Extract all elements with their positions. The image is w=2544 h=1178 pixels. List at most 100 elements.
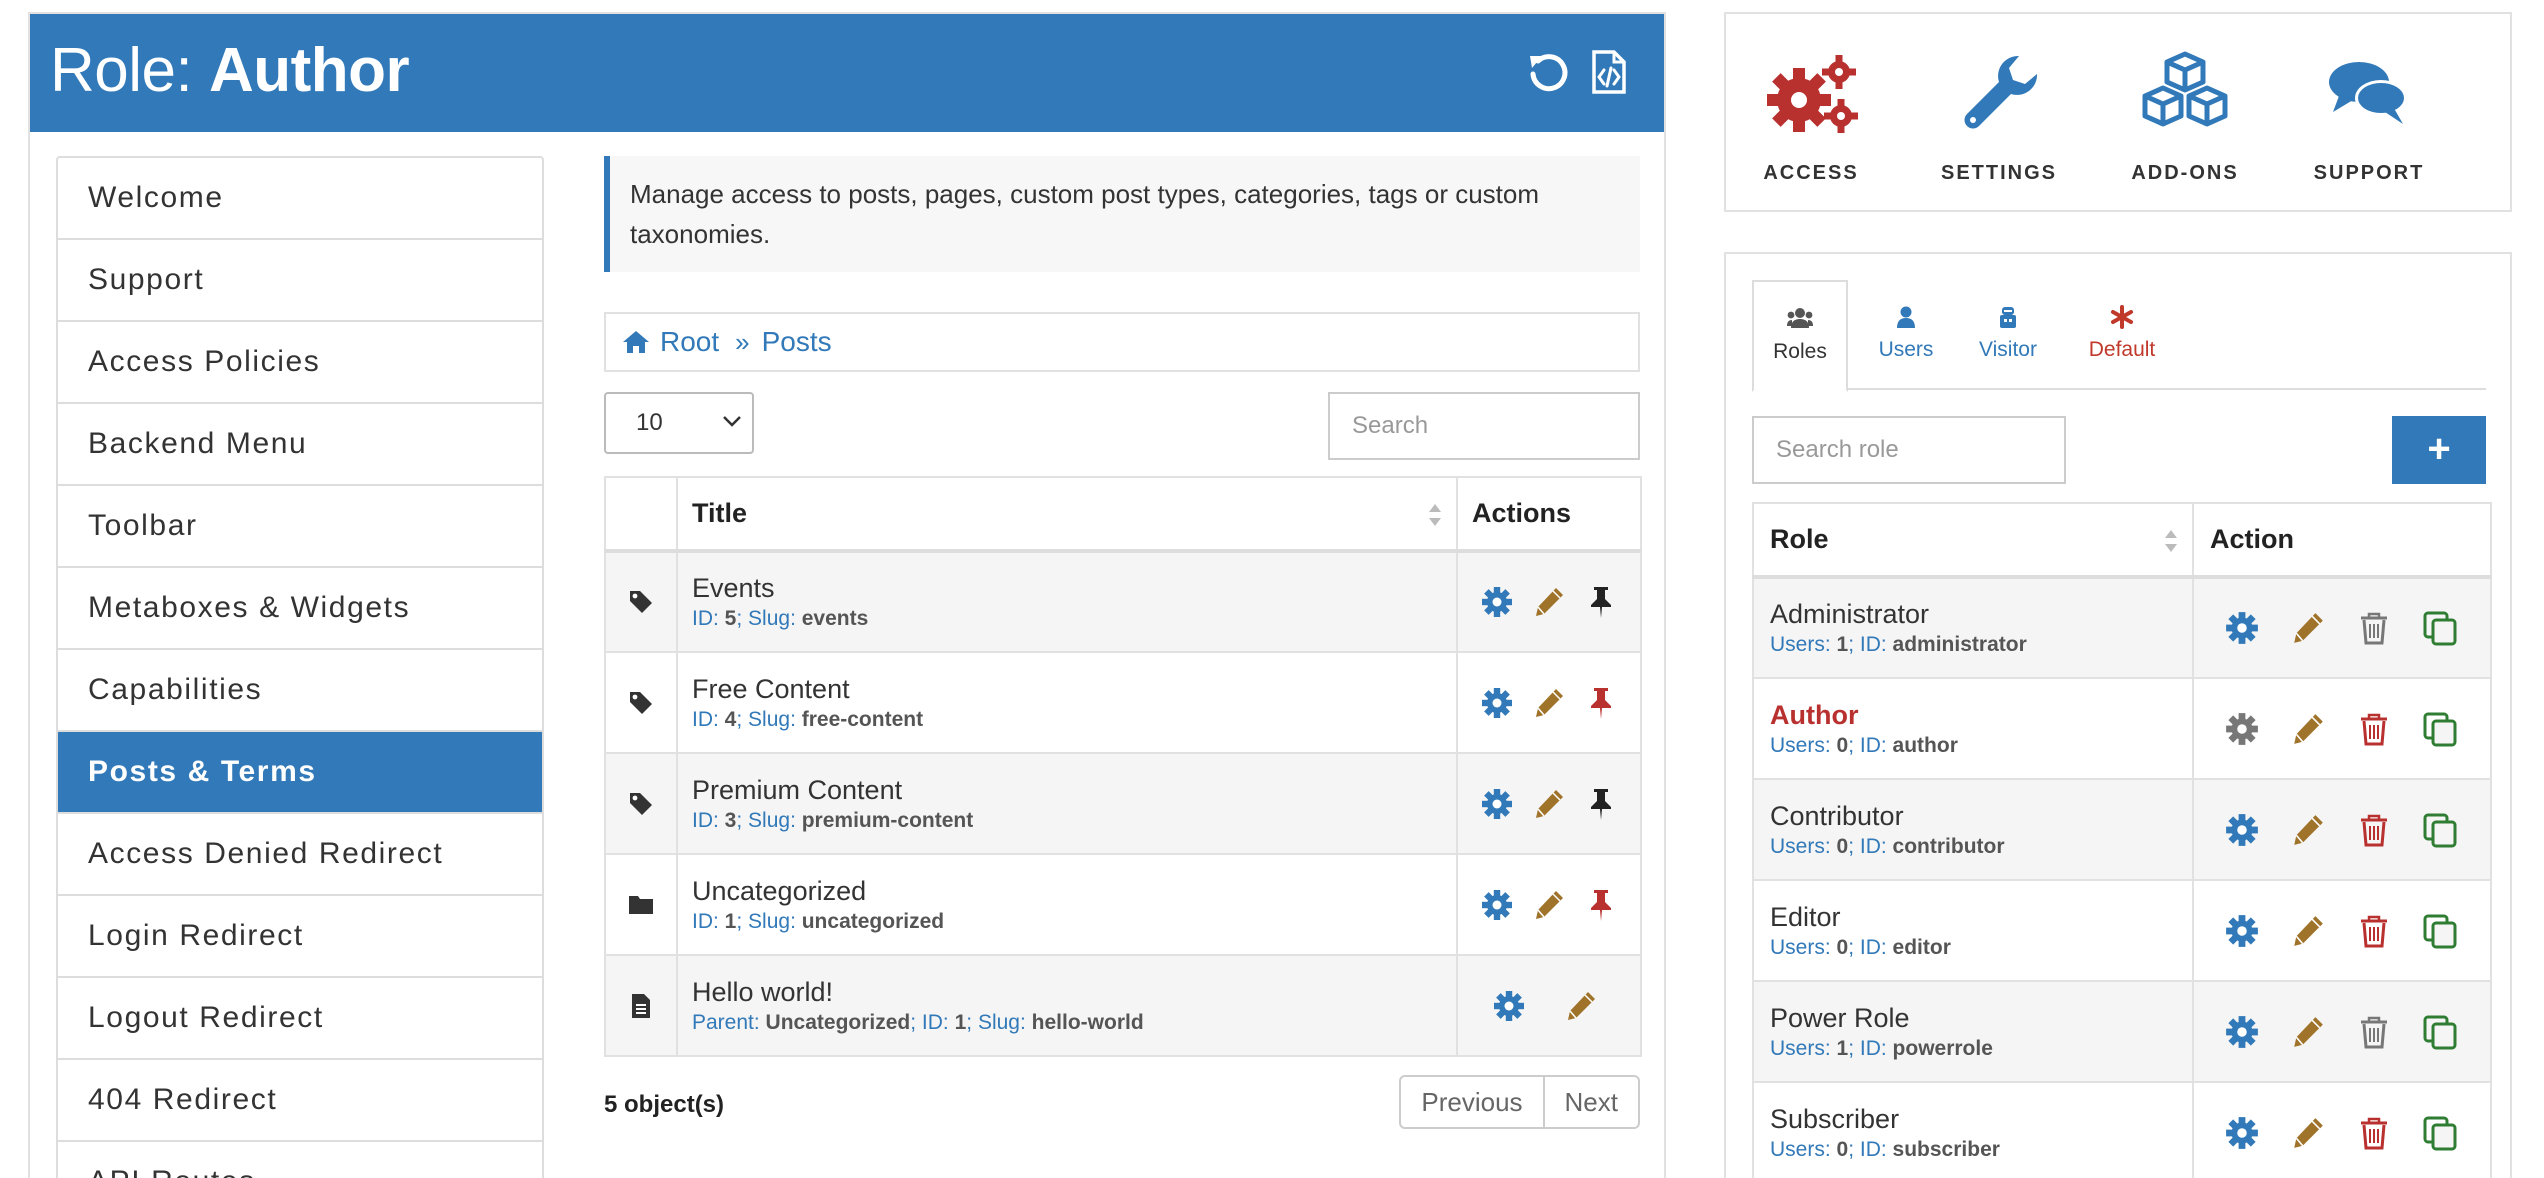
role-row: Administrator Users: 1; ID: administrator [1752, 576, 2492, 679]
role-title-prefix: Role: [50, 36, 209, 105]
visitor-icon [2000, 307, 2016, 328]
row-title[interactable]: Premium Content [678, 773, 1456, 807]
manage-role-gear-icon[interactable] [2224, 1115, 2260, 1151]
nav-support[interactable]: SUPPORT [2284, 50, 2454, 185]
row-title[interactable]: Uncategorized [678, 874, 1456, 908]
delete-role-trash-icon[interactable] [2356, 913, 2392, 949]
edit-role-pencil-icon[interactable] [2290, 812, 2326, 848]
manage-access-gear-icon[interactable] [1480, 888, 1514, 922]
sidebar-item-toolbar[interactable]: Toolbar [58, 486, 542, 568]
next-button[interactable]: Next [1542, 1077, 1638, 1127]
sort-icon[interactable] [1428, 502, 1442, 528]
role-user-count: 0 [1836, 1137, 1849, 1161]
meta-key: ID [692, 607, 713, 630]
edit-pencil-icon[interactable] [1564, 989, 1598, 1023]
search-input[interactable] [1328, 392, 1640, 460]
delete-role-trash-icon[interactable] [2356, 610, 2392, 646]
sort-icon[interactable] [2164, 528, 2178, 554]
role-actions [2194, 711, 2490, 747]
sidebar-item-metaboxes-widgets[interactable]: Metaboxes & Widgets [58, 568, 542, 650]
pinned-icon[interactable] [1584, 686, 1618, 720]
sidebar-item-support[interactable]: Support [58, 240, 542, 322]
reset-icon[interactable] [1524, 48, 1572, 96]
row-meta: ID: 5; Slug: events [692, 607, 869, 630]
row-title[interactable]: Hello world! [678, 975, 1456, 1009]
breadcrumb-root[interactable]: Root [660, 326, 719, 358]
role-name: Subscriber [1770, 1103, 1900, 1134]
row-meta: ID: 1; Slug: uncategorized [692, 909, 945, 933]
clone-role-copy-icon[interactable] [2422, 913, 2458, 949]
sidebar-item-welcome[interactable]: Welcome [58, 158, 542, 240]
manage-role-gear-icon[interactable] [2224, 1014, 2260, 1050]
sidebar-item-404-redirect[interactable]: 404 Redirect [58, 1060, 542, 1142]
row-actions [1458, 585, 1640, 619]
edit-role-pencil-icon[interactable] [2290, 1115, 2326, 1151]
clone-role-copy-icon[interactable] [2422, 1115, 2458, 1151]
sidebar-item-access-denied-redirect[interactable]: Access Denied Redirect [58, 814, 542, 896]
role-id: author [1892, 733, 1958, 757]
edit-pencil-icon[interactable] [1532, 787, 1566, 821]
manage-role-gear-icon[interactable] [2224, 913, 2260, 949]
edit-role-pencil-icon[interactable] [2290, 1014, 2326, 1050]
manage-access-gear-icon[interactable] [1480, 787, 1514, 821]
clone-role-copy-icon[interactable] [2422, 610, 2458, 646]
previous-button[interactable]: Previous [1401, 1077, 1542, 1127]
edit-role-pencil-icon[interactable] [2290, 711, 2326, 747]
manage-access-gear-icon[interactable] [1480, 585, 1514, 619]
nav-access-label: ACCESS [1763, 162, 1859, 184]
nav-settings-label: SETTINGS [1940, 162, 2057, 184]
title-column-header[interactable]: Title [676, 476, 1458, 553]
nav-addons[interactable]: ADD-ONS [2100, 50, 2270, 185]
sidebar-item-login-redirect[interactable]: Login Redirect [58, 896, 542, 978]
gears-icon [1767, 55, 1858, 133]
delete-role-trash-icon[interactable] [2356, 812, 2392, 848]
delete-role-trash-icon[interactable] [2356, 1014, 2392, 1050]
clone-role-copy-icon[interactable] [2422, 812, 2458, 848]
role-actions [2194, 1115, 2490, 1151]
edit-pencil-icon[interactable] [1532, 888, 1566, 922]
row-type-cell [604, 550, 678, 653]
nav-access[interactable]: ACCESS [1726, 50, 1896, 185]
pin-icon[interactable] [1584, 787, 1618, 821]
breadcrumb-current[interactable]: Posts [762, 326, 832, 358]
manage-role-gear-icon[interactable] [2224, 610, 2260, 646]
sidebar-item-access-policies[interactable]: Access Policies [58, 322, 542, 404]
sidebar-item-logout-redirect[interactable]: Logout Redirect [58, 978, 542, 1060]
page-length-select[interactable]: 10 [604, 392, 754, 454]
role-column-header[interactable]: Role [1752, 502, 2194, 579]
nav-settings[interactable]: SETTINGS [1914, 50, 2084, 185]
manage-role-gear-icon[interactable] [2224, 711, 2260, 747]
clone-role-copy-icon[interactable] [2422, 711, 2458, 747]
manage-role-gear-icon[interactable] [2224, 812, 2260, 848]
sidebar-item-capabilities[interactable]: Capabilities [58, 650, 542, 732]
edit-role-pencil-icon[interactable] [2290, 610, 2326, 646]
row-title[interactable]: Free Content [678, 672, 1456, 706]
pin-icon[interactable] [1584, 585, 1618, 619]
add-role-button[interactable]: + [2392, 416, 2486, 484]
row-actions [1458, 989, 1640, 1023]
pinned-icon[interactable] [1584, 888, 1618, 922]
tab-roles[interactable]: Roles [1752, 280, 1848, 392]
sidebar-item-api-routes[interactable]: API Routes [58, 1142, 542, 1178]
search-role-input[interactable] [1752, 416, 2066, 484]
tab-visitor[interactable]: Visitor [1960, 280, 2056, 390]
edit-pencil-icon[interactable] [1532, 686, 1566, 720]
clone-role-copy-icon[interactable] [2422, 1014, 2458, 1050]
tab-users[interactable]: Users [1858, 280, 1954, 390]
manage-access-gear-icon[interactable] [1492, 989, 1526, 1023]
export-code-icon[interactable] [1584, 48, 1632, 96]
main-panel: Role: Author Welcome Support Access Polici… [28, 12, 1666, 1178]
sidebar-item-backend-menu[interactable]: Backend Menu [58, 404, 542, 486]
manage-access-gear-icon[interactable] [1480, 686, 1514, 720]
role-row: Editor Users: 0; ID: editor [1752, 879, 2492, 982]
edit-role-pencil-icon[interactable] [2290, 913, 2326, 949]
edit-pencil-icon[interactable] [1532, 585, 1566, 619]
role-meta: Users: 0; ID: author [1770, 733, 1958, 757]
home-icon[interactable] [622, 329, 650, 355]
delete-role-trash-icon[interactable] [2356, 711, 2392, 747]
row-actions-cell [1456, 752, 1642, 855]
sidebar-item-posts-terms[interactable]: Posts & Terms [58, 732, 542, 814]
row-title[interactable]: Events [678, 571, 1456, 605]
delete-role-trash-icon[interactable] [2356, 1115, 2392, 1151]
tab-default[interactable]: Default [2068, 280, 2176, 390]
